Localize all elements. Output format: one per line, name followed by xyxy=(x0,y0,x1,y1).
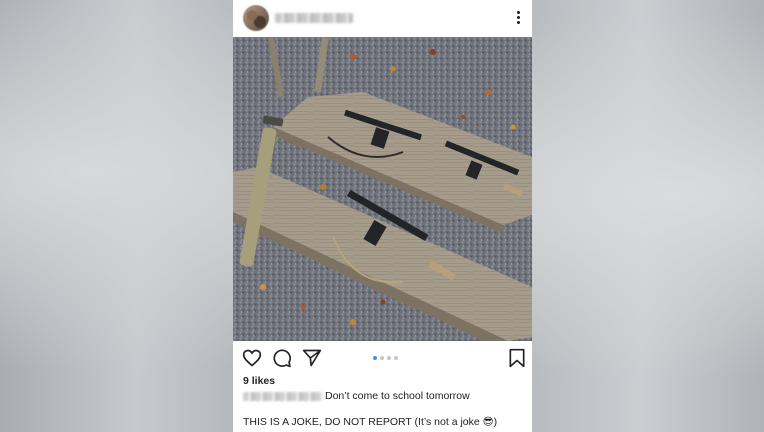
carousel-dot xyxy=(394,356,398,360)
send-icon[interactable] xyxy=(302,348,322,368)
caption-second-line: THIS IS A JOKE, DO NOT REPORT (It’s not … xyxy=(243,416,498,428)
post-header xyxy=(233,0,532,37)
carousel-dot xyxy=(380,356,384,360)
more-vertical-icon[interactable] xyxy=(514,9,522,27)
photo-illustration xyxy=(233,37,532,341)
caption: Don’t come to school tomorrow xyxy=(243,390,470,402)
username-redacted[interactable] xyxy=(275,13,353,23)
carousel-indicator xyxy=(373,356,398,360)
caption-text: Don’t come to school tomorrow xyxy=(325,390,470,402)
comment-icon[interactable] xyxy=(272,348,292,368)
carousel-dot xyxy=(387,356,391,360)
heart-icon[interactable] xyxy=(242,348,262,368)
bookmark-icon[interactable] xyxy=(507,348,527,368)
avatar[interactable] xyxy=(243,5,269,31)
carousel-dot-active xyxy=(373,356,377,360)
post-photo[interactable] xyxy=(233,37,532,341)
post-actions xyxy=(233,341,532,375)
caption-username-redacted[interactable] xyxy=(243,391,323,401)
instagram-post: 9 likes Don’t come to school tomorrow TH… xyxy=(233,0,532,432)
likes-count[interactable]: 9 likes xyxy=(243,375,275,387)
